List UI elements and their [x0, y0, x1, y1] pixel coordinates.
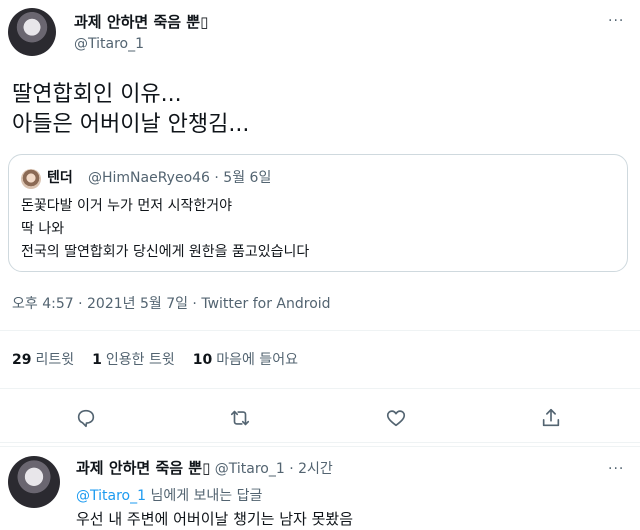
- author-handle[interactable]: @Titaro_1: [74, 34, 144, 54]
- quotes-stat[interactable]: 1 인용한 트윗: [92, 350, 175, 370]
- reply-icon: [77, 409, 95, 428]
- tweet-text-line: 아들은 어버이날 안챙김...: [12, 112, 250, 137]
- tweet-text: 딸연합회인 이유... 아들은 어버이날 안챙김...: [12, 80, 249, 140]
- reply-header: 과제 안하면 죽음 뿐▯ @Titaro_1 · 2시간: [76, 458, 333, 479]
- quoted-author-meta: @HimNaeRyeo46 · 5월 6일: [88, 170, 272, 186]
- reply-author-avatar[interactable]: [8, 456, 60, 508]
- divider: [0, 442, 640, 443]
- more-options-icon[interactable]: ···: [608, 14, 624, 28]
- reply-more-options-icon[interactable]: ···: [608, 462, 624, 476]
- share-icon: [542, 408, 560, 427]
- author-name[interactable]: 과제 안하면 죽음 뿐▯: [74, 12, 208, 32]
- tweet-text-line: 딸연합회인 이유...: [12, 82, 182, 107]
- quotes-label: 인용한 트윗: [105, 352, 175, 368]
- quoted-author-avatar: [21, 169, 41, 189]
- reply-author-name[interactable]: 과제 안하면 죽음 뿐▯: [76, 459, 210, 477]
- quoted-author-name: 텐더: [47, 170, 73, 186]
- action-bar: [0, 398, 640, 438]
- quoted-text-line: 전국의 딸연합회가 당신에게 원한을 품고있습니다: [21, 244, 310, 260]
- retweets-stat[interactable]: 29 리트윗: [12, 350, 74, 370]
- divider: [0, 330, 640, 331]
- divider: [0, 388, 640, 389]
- retweets-label: 리트윗: [35, 352, 75, 368]
- share-button[interactable]: [537, 404, 565, 432]
- reply-author-meta[interactable]: @Titaro_1 · 2시간: [215, 461, 333, 477]
- retweet-icon: [230, 410, 250, 426]
- quoted-tweet[interactable]: 텐더 @HimNaeRyeo46 · 5월 6일 돈꽃다발 이거 누가 먼저 시…: [8, 154, 628, 272]
- likes-label: 마음에 들어요: [216, 352, 298, 368]
- quoted-tweet-text: 돈꽃다발 이거 누가 먼저 시작한거야 딱 나와 전국의 딸연합회가 당신에게 …: [21, 195, 309, 264]
- like-icon: [386, 410, 406, 427]
- tweet-timestamp[interactable]: 오후 4:57 · 2021년 5월 7일 · Twitter for Andr…: [12, 294, 331, 314]
- reply-button[interactable]: [72, 404, 100, 432]
- quoted-text-line: 딱 나와: [21, 221, 65, 237]
- likes-count: 10: [192, 352, 213, 368]
- retweets-count: 29: [12, 352, 32, 368]
- quotes-count: 1: [92, 352, 102, 368]
- replying-mention[interactable]: @Titaro_1: [76, 488, 146, 504]
- quoted-text-line: 돈꽃다발 이거 누가 먼저 시작한거야: [21, 198, 232, 214]
- tweet-stats: 29 리트윗 1 인용한 트윗 10 마음에 들어요: [12, 350, 298, 370]
- likes-stat[interactable]: 10 마음에 들어요: [193, 350, 298, 370]
- replying-to: @Titaro_1 님에게 보내는 답글: [76, 486, 262, 506]
- replying-suffix: 님에게 보내는 답글: [146, 488, 263, 504]
- divider: [0, 446, 640, 447]
- retweet-button[interactable]: [226, 404, 254, 432]
- author-avatar[interactable]: [8, 8, 56, 56]
- reply-text: 우선 내 주변에 어버이날 챙기는 남자 못봤음: [76, 510, 354, 528]
- like-button[interactable]: [382, 404, 410, 432]
